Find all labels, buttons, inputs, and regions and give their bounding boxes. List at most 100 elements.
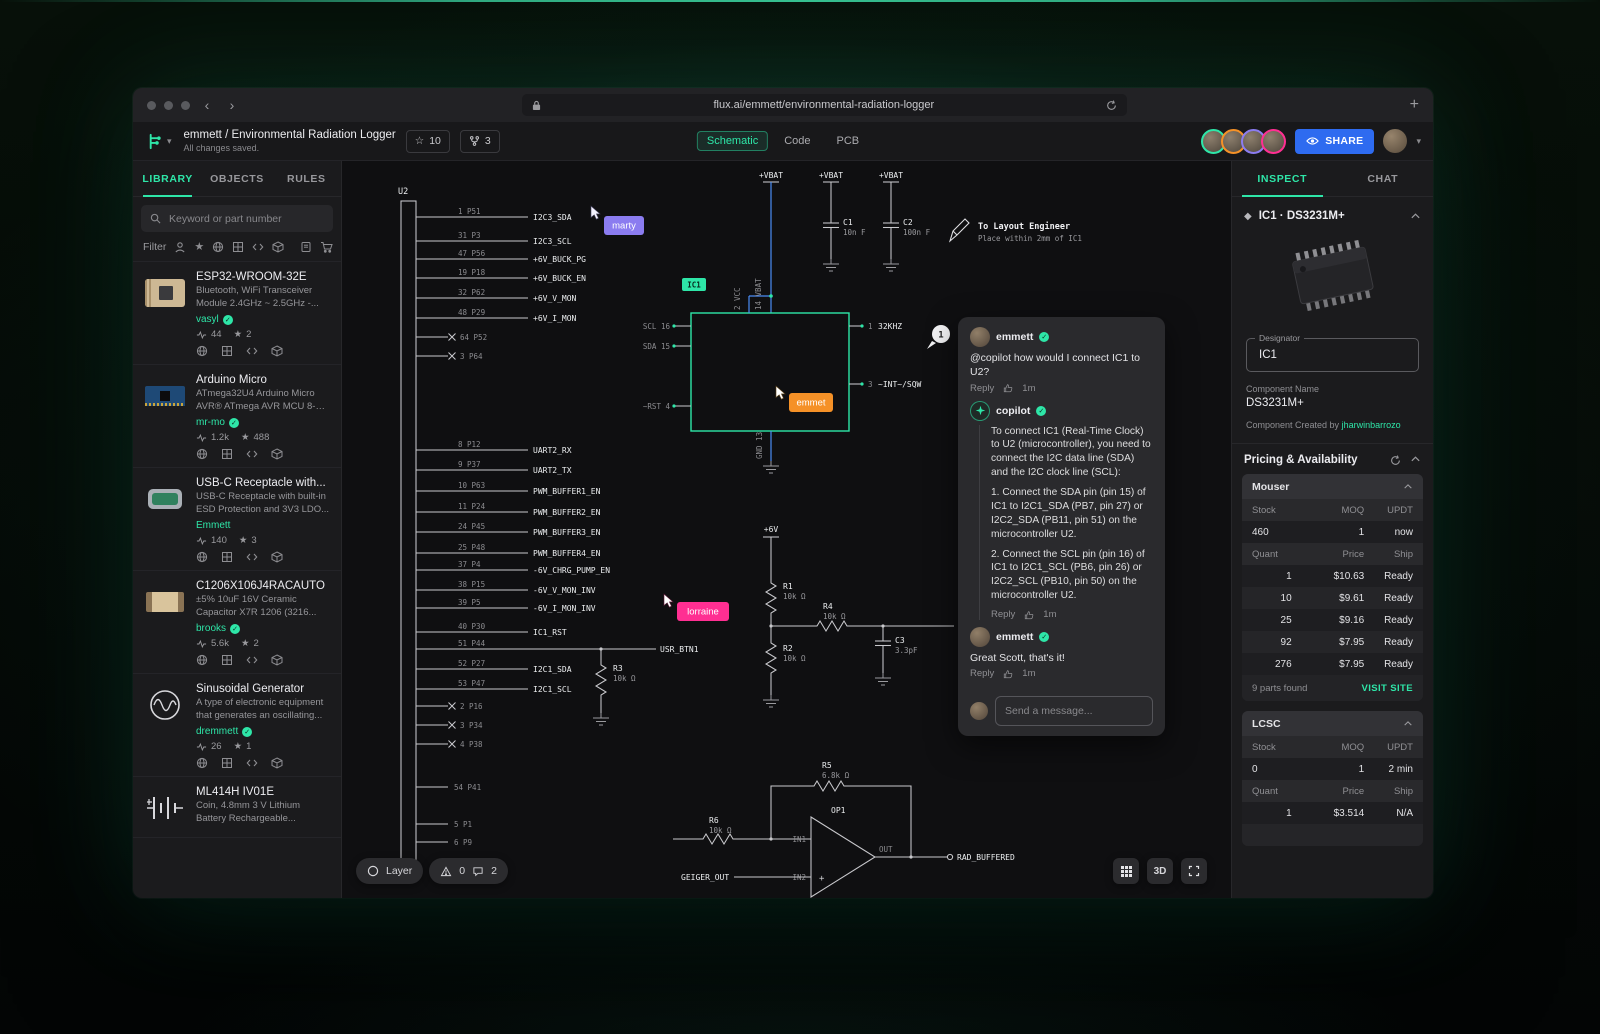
library-item[interactable]: ML414H IV01E Coin, 4.8mm 3 V Lithium Bat…: [133, 777, 341, 838]
u2-pin-row[interactable]: 37 P4-6V_CHRG_PUMP_EN: [416, 560, 610, 575]
tab-rules[interactable]: RULES: [272, 161, 341, 196]
back-button[interactable]: ‹: [199, 98, 215, 112]
globe-icon[interactable]: [196, 654, 208, 666]
u2-pin-row[interactable]: 8 P12UART2_RX: [416, 440, 572, 455]
avatar[interactable]: [1261, 129, 1286, 154]
power-vbat-symbol[interactable]: +VBAT: [819, 171, 843, 223]
component-author-link[interactable]: vasyl: [196, 314, 219, 325]
u2-pin-row[interactable]: 1 P51I2C3_SDA: [416, 207, 572, 222]
model-icon[interactable]: [271, 551, 283, 563]
library-item[interactable]: Sinusoidal Generator A type of electroni…: [133, 674, 341, 777]
resistor-r4[interactable]: R4 10k Ω: [813, 602, 851, 631]
u2-pin-row[interactable]: 54 P41: [416, 783, 481, 792]
net-rad-buffered[interactable]: RAD_BUFFERED: [875, 853, 1015, 862]
model-icon[interactable]: [271, 345, 283, 357]
power-vbat-symbol[interactable]: +VBAT: [879, 171, 903, 223]
3d-view-button[interactable]: 3D: [1147, 858, 1173, 884]
thumbs-up-icon[interactable]: [1024, 610, 1034, 620]
u2-pin-row[interactable]: 6 P9: [416, 838, 472, 847]
window-maximize-button[interactable]: [181, 101, 190, 110]
creator-link[interactable]: jharwinbarrozo: [1342, 420, 1401, 430]
price-row[interactable]: 1$3.514N/A: [1242, 802, 1423, 824]
u2-pin-row-nc[interactable]: 3 P64: [416, 352, 483, 361]
resistor-r6[interactable]: R6 10k Ω: [673, 816, 737, 844]
layer-button[interactable]: Layer: [356, 858, 423, 884]
price-row[interactable]: 1$10.63Ready: [1242, 565, 1423, 587]
pricing-section-header[interactable]: Pricing & Availability: [1232, 444, 1433, 474]
globe-icon[interactable]: [196, 757, 208, 769]
u2-pin-row[interactable]: 40 P30IC1_RST: [416, 622, 567, 637]
component-author-link[interactable]: Emmett: [196, 520, 230, 531]
globe-icon[interactable]: [196, 551, 208, 563]
u2-component[interactable]: U2: [398, 187, 416, 869]
layout-note[interactable]: To Layout Engineer Place within 2mm of I…: [950, 219, 1082, 243]
u2-pin-row[interactable]: 5 P1: [416, 820, 472, 829]
component-author-link[interactable]: brooks: [196, 623, 226, 634]
resistor-r3[interactable]: R3 10k Ω: [593, 647, 636, 725]
search-box[interactable]: [141, 205, 333, 232]
u2-pin-row-nc[interactable]: 64 P52: [416, 333, 487, 342]
u2-pin-row[interactable]: 52 P27I2C1_SDA: [416, 659, 572, 674]
component-author-link[interactable]: mr-mo: [196, 417, 225, 428]
schematic-canvas[interactable]: U2 1 P51I2C3_SDA 31 P3I2C3_SCL 47 P56+6V…: [342, 161, 1231, 898]
symbol-icon[interactable]: [246, 551, 258, 563]
u2-pin-row[interactable]: 25 P48PWM_BUFFER4_EN: [416, 543, 601, 558]
chevron-down-icon[interactable]: ▾: [1416, 136, 1421, 147]
thumbs-up-icon[interactable]: [1003, 669, 1013, 679]
cart-icon[interactable]: [320, 241, 333, 253]
globe-filter-icon[interactable]: [212, 241, 224, 253]
u2-pin-row-nc[interactable]: 2 P16: [416, 702, 483, 711]
symbol-icon[interactable]: [246, 654, 258, 666]
search-input[interactable]: [167, 212, 324, 226]
globe-icon[interactable]: [196, 345, 208, 357]
u2-pin-row[interactable]: 10 P63PWM_BUFFER1_EN: [416, 481, 601, 496]
reply-button[interactable]: Reply: [991, 609, 1015, 620]
tab-objects[interactable]: OBJECTS: [202, 161, 271, 196]
visit-site-link[interactable]: VISIT SITE: [1361, 683, 1413, 694]
code-filter-icon[interactable]: [252, 241, 264, 253]
price-row[interactable]: 276$7.95Ready: [1242, 653, 1423, 675]
datasheet-icon[interactable]: [300, 241, 312, 253]
fullscreen-button[interactable]: [1181, 858, 1207, 884]
price-row[interactable]: 10$9.61Ready: [1242, 587, 1423, 609]
u2-pin-row[interactable]: 38 P15-6V_V_MON_INV: [416, 580, 596, 595]
tab-inspect[interactable]: INSPECT: [1232, 161, 1333, 196]
chevron-up-icon[interactable]: [1410, 455, 1421, 466]
footprint-icon[interactable]: [221, 551, 233, 563]
footprint-icon[interactable]: [221, 757, 233, 769]
model-icon[interactable]: [271, 448, 283, 460]
window-minimize-button[interactable]: [164, 101, 173, 110]
u2-pin-row[interactable]: 11 P24PWM_BUFFER2_EN: [416, 502, 601, 517]
u2-pin-row[interactable]: 51 P44USR_BTN1: [416, 639, 699, 654]
reply-button[interactable]: Reply: [970, 383, 994, 394]
capacitor-c3[interactable]: C3 3.3pF: [875, 626, 918, 685]
resistor-r5[interactable]: R5 6.8k Ω: [810, 761, 850, 791]
user-filter-icon[interactable]: [174, 241, 186, 253]
u2-pin-row[interactable]: 32 P62+6V_V_MON: [416, 288, 577, 303]
library-item[interactable]: USB-C Receptacle with... USB-C Receptacl…: [133, 468, 341, 571]
refresh-icon[interactable]: [1106, 100, 1117, 111]
comment-marker[interactable]: 1: [927, 325, 950, 349]
library-item[interactable]: ESP32-WROOM-32E Bluetooth, WiFi Transcei…: [133, 262, 341, 365]
resistor-r1[interactable]: R1 10k Ω: [766, 579, 806, 617]
package-filter-icon[interactable]: [272, 241, 284, 253]
ic1-component[interactable]: IC1 SCL 16 SDA 15 ~RST 4 1 32KHZ: [643, 278, 922, 473]
symbol-icon[interactable]: [246, 757, 258, 769]
grid-toggle-button[interactable]: [1113, 858, 1139, 884]
flux-logo-menu[interactable]: ▾: [145, 132, 172, 151]
vendor-header[interactable]: Mouser: [1242, 474, 1423, 499]
status-pill[interactable]: 0 2: [429, 858, 508, 884]
footprint-icon[interactable]: [221, 448, 233, 460]
price-row[interactable]: 92$7.95Ready: [1242, 631, 1423, 653]
selected-component-header[interactable]: ◆ IC1 · DS3231M+: [1232, 197, 1433, 228]
vendor-header[interactable]: LCSC: [1242, 711, 1423, 736]
symbol-icon[interactable]: [246, 345, 258, 357]
tab-pcb[interactable]: PCB: [827, 131, 870, 151]
tab-chat[interactable]: CHAT: [1333, 161, 1434, 196]
footprint-icon[interactable]: [221, 654, 233, 666]
star-filter-icon[interactable]: ★: [194, 240, 204, 253]
resistor-r2[interactable]: R2 10k Ω: [766, 639, 806, 677]
footprint-icon[interactable]: [221, 345, 233, 357]
globe-icon[interactable]: [196, 448, 208, 460]
address-bar[interactable]: flux.ai/emmett/environmental-radiation-l…: [522, 94, 1127, 116]
